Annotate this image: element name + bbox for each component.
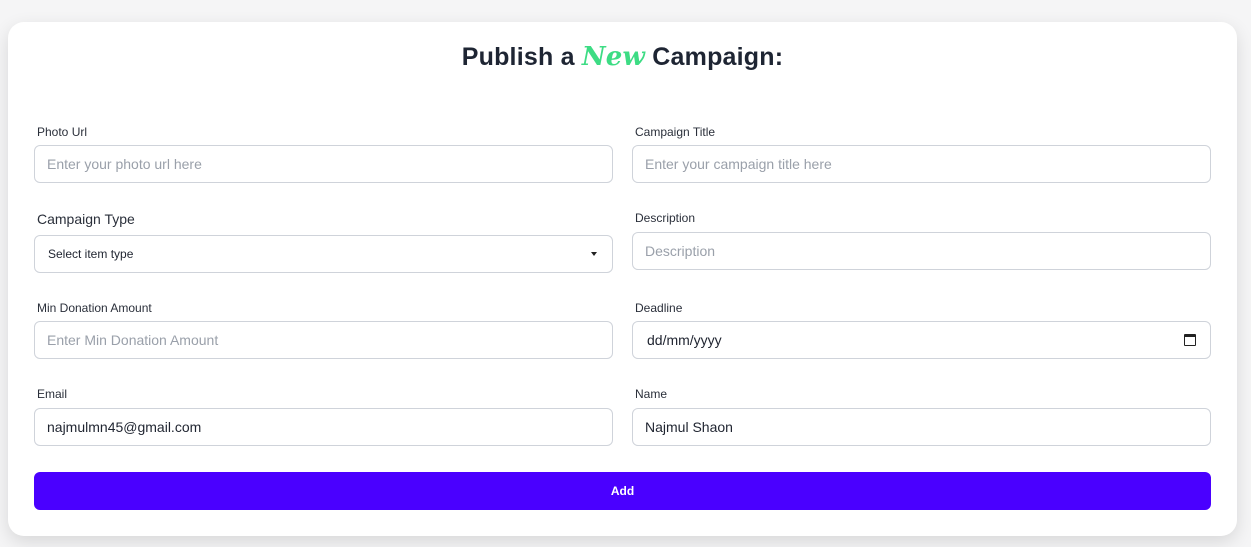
campaign-title-label: Campaign Title <box>635 125 716 139</box>
name-field[interactable] <box>632 408 1211 446</box>
name-label: Name <box>635 387 668 401</box>
min-donation-input[interactable] <box>34 321 613 359</box>
title-suffix: Campaign: <box>652 43 784 71</box>
title-accent: New <box>581 42 646 72</box>
calendar-icon[interactable] <box>1184 334 1196 346</box>
campaign-type-select[interactable]: Select item type <box>34 235 613 273</box>
deadline-date-input[interactable]: dd/mm/yyyy <box>632 321 1211 359</box>
email-label: Email <box>37 387 68 401</box>
description-label: Description <box>635 211 696 225</box>
campaign-type-label: Campaign Type <box>37 211 135 227</box>
add-button[interactable]: Add <box>34 472 1211 510</box>
title-prefix: Publish a <box>461 43 575 71</box>
form-title: Publish a New Campaign: <box>8 42 1237 72</box>
chevron-down-icon <box>591 252 597 256</box>
campaign-type-selected: Select item type <box>48 247 134 261</box>
email-field[interactable] <box>34 408 613 446</box>
photo-url-input[interactable] <box>34 145 613 183</box>
campaign-form-card: Publish a New Campaign: Photo Url Campai… <box>8 22 1237 536</box>
campaign-title-input[interactable] <box>632 145 1211 183</box>
min-donation-label: Min Donation Amount <box>37 301 152 315</box>
deadline-date-value: dd/mm/yyyy <box>647 332 722 348</box>
description-input[interactable] <box>632 232 1211 270</box>
deadline-label: Deadline <box>635 301 683 315</box>
photo-url-label: Photo Url <box>37 125 88 139</box>
